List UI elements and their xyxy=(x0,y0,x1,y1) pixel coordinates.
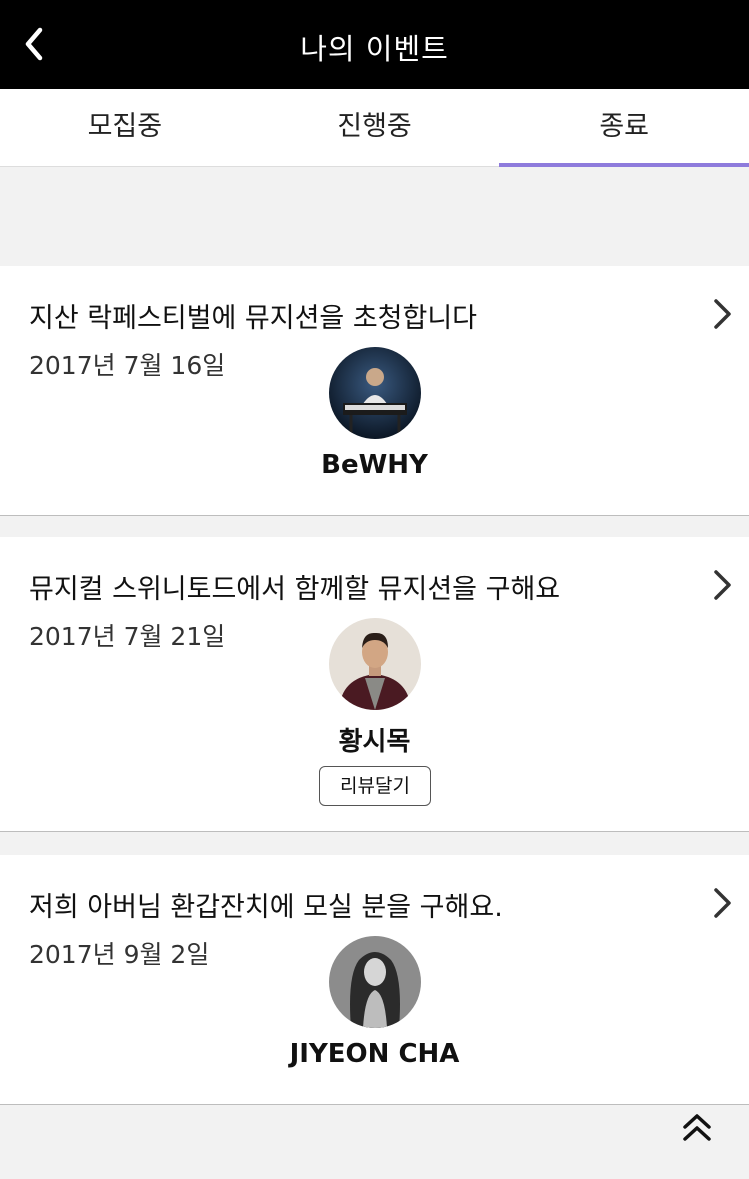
artist-avatar xyxy=(329,936,421,1028)
chevron-right-icon xyxy=(714,888,731,918)
artist-name: BeWHY xyxy=(321,450,428,480)
chevron-right-icon xyxy=(714,299,731,329)
event-title: 저희 아버님 환갑잔치에 모실 분을 구해요. xyxy=(29,892,503,923)
tab-ended[interactable]: 종료 xyxy=(499,89,749,167)
artist-avatar xyxy=(329,347,421,439)
chevron-right-icon xyxy=(714,570,731,600)
event-title: 뮤지컬 스위니토드에서 함께할 뮤지션을 구해요 xyxy=(29,574,561,605)
artist-avatar xyxy=(329,618,421,710)
event-date: 2017년 7월 21일 xyxy=(29,622,226,651)
event-date: 2017년 9월 2일 xyxy=(29,940,210,969)
artist-name: 황시목 xyxy=(338,727,411,757)
event-status-tabs: 모집중 진행중 종료 xyxy=(0,89,749,167)
write-review-button[interactable]: 리뷰달기 xyxy=(319,766,431,806)
event-date: 2017년 7월 16일 xyxy=(29,351,226,380)
event-card[interactable]: 저희 아버님 환갑잔치에 모실 분을 구해요. 2017년 9월 2일 JIYE… xyxy=(0,855,749,1105)
scroll-to-top-button[interactable] xyxy=(674,1104,720,1150)
top-bar: 나의 이벤트 xyxy=(0,0,749,89)
artist-name: JIYEON CHA xyxy=(289,1039,460,1069)
double-chevron-up-icon xyxy=(683,1114,711,1141)
event-card[interactable]: 지산 락페스티벌에 뮤지션을 초청합니다 2017년 7월 16일 BeWHY xyxy=(0,266,749,516)
tab-recruiting[interactable]: 모집중 xyxy=(0,89,250,166)
event-title: 지산 락페스티벌에 뮤지션을 초청합니다 xyxy=(29,303,478,334)
event-card[interactable]: 뮤지컬 스위니토드에서 함께할 뮤지션을 구해요 2017년 7월 21일 황시… xyxy=(0,537,749,832)
page-title: 나의 이벤트 xyxy=(300,32,449,66)
tab-in-progress[interactable]: 진행중 xyxy=(250,89,500,166)
